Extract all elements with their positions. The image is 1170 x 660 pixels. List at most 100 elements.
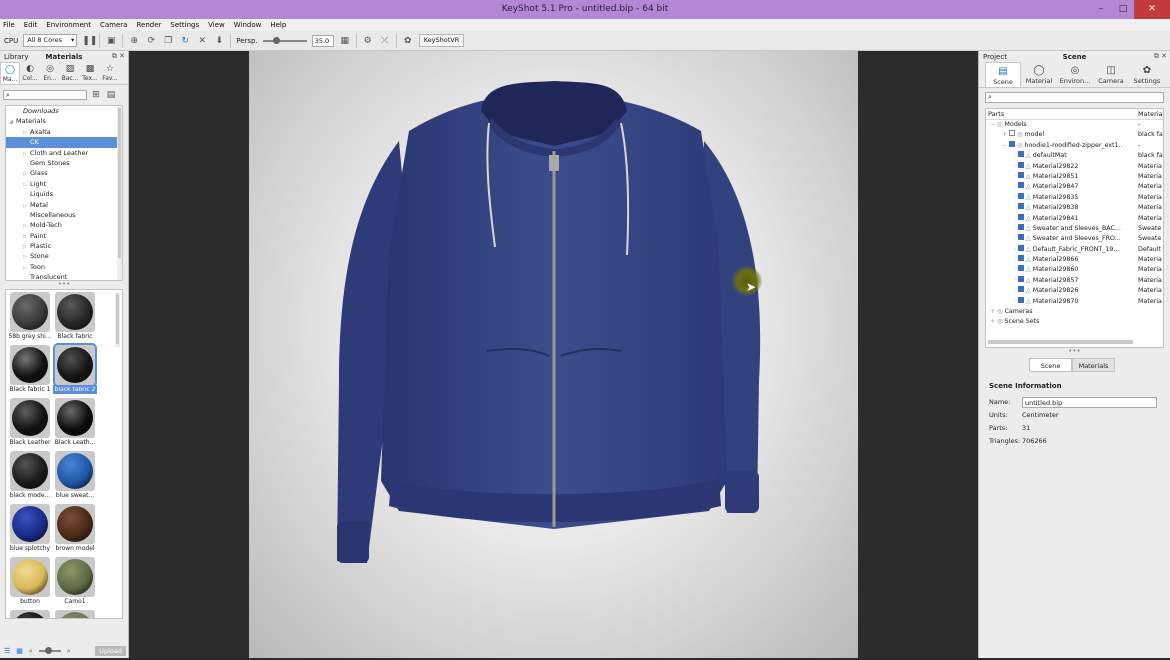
maximize-button[interactable]: □ (1112, 0, 1134, 19)
material-swatch[interactable]: Black Leather (8, 398, 52, 451)
visibility-checkbox[interactable] (1017, 265, 1024, 272)
fov-slider-handle[interactable] (272, 36, 280, 44)
visibility-checkbox[interactable] (1017, 213, 1024, 220)
visibility-checkbox[interactable] (1017, 234, 1024, 241)
settings-gear-icon[interactable]: ✿ (402, 35, 414, 47)
scene-tree-row[interactable]: · △ Material29822 Materia (986, 161, 1163, 172)
tree-line[interactable]: · (1014, 173, 1016, 180)
menu-file[interactable]: File (3, 21, 15, 29)
scene-tree-row[interactable]: · △ Material29851 Materia (986, 171, 1163, 182)
fit-icon[interactable]: ✕ (196, 35, 208, 47)
fov-input[interactable]: 35.0 (311, 34, 334, 47)
tree-line[interactable]: · (1014, 287, 1016, 294)
visibility-checkbox[interactable] (1017, 296, 1024, 303)
scene-tree-row[interactable]: + ◎ model black fa (986, 130, 1163, 140)
expand-icon[interactable]: + (990, 308, 995, 315)
library-tree-item[interactable]: ◢ Materials (6, 116, 122, 126)
scene-tree-row[interactable]: · △ Material29826 Materia (986, 286, 1163, 296)
library-tab-environments[interactable]: ◎ En... (40, 62, 60, 84)
scene-tree-row[interactable]: + ◎ Cameras (986, 307, 1163, 317)
material-swatch[interactable]: brown model (53, 504, 97, 557)
visibility-checkbox[interactable] (1017, 203, 1024, 210)
scene-tree-row[interactable]: · △ Material29870 Materia (986, 296, 1163, 307)
project-tab-environment[interactable]: ◎ Environ... (1057, 62, 1093, 87)
expanded-arrow-icon[interactable]: ◢ (9, 117, 16, 127)
library-tree-item[interactable]: ▷ Glass (6, 168, 122, 178)
material-swatch[interactable]: button (8, 557, 52, 610)
scene-tree-row[interactable]: · △ Sweater and Sleeves_FRO... Sweate (986, 234, 1163, 244)
tree-line[interactable]: · (1014, 235, 1016, 242)
library-tab-favorites[interactable]: ☆ Fav... (100, 62, 120, 84)
import-icon[interactable]: ⬇ (213, 35, 225, 47)
visibility-checkbox[interactable] (1009, 130, 1016, 137)
visibility-checkbox[interactable] (1017, 151, 1024, 158)
material-swatch[interactable]: Black Leath... (53, 398, 97, 451)
library-tree-item[interactable]: ▷ Cloth and Leather (6, 148, 122, 158)
parts-column-header[interactable]: Parts (988, 110, 1004, 118)
library-tree-item[interactable]: ▷ Light (6, 179, 122, 189)
library-tree-item[interactable]: ▷ Axalta (6, 127, 122, 137)
tree-line[interactable]: · (1014, 277, 1016, 284)
panel-close-icon[interactable]: ⧉ ✕ (1154, 52, 1167, 61)
project-tab-material[interactable]: ◯ Material (1021, 62, 1057, 87)
expand-icon[interactable]: − (990, 121, 995, 128)
scrollbar-thumb[interactable] (118, 108, 121, 258)
panel-close-icon[interactable]: ⧉ ✕ (112, 52, 125, 61)
menu-camera[interactable]: Camera (100, 21, 127, 29)
material-column-header[interactable]: Materia (1138, 109, 1163, 120)
tree-line[interactable]: · (1014, 225, 1016, 232)
menu-edit[interactable]: Edit (24, 21, 38, 29)
material-swatch[interactable]: Black fabric (53, 292, 97, 345)
material-swatch[interactable] (8, 610, 52, 618)
menu-view[interactable]: View (208, 21, 225, 29)
upload-button[interactable]: Upload (95, 646, 126, 656)
splitter-handle[interactable]: ••• (0, 281, 128, 289)
library-tab-materials[interactable]: ◯ Ma... (0, 62, 20, 84)
tree-line[interactable]: · (1014, 183, 1016, 190)
tree-line[interactable]: · (1014, 298, 1016, 305)
tumble-icon[interactable]: ⟳ (145, 35, 157, 47)
scene-tree-row[interactable]: · △ Material29847 Materia (986, 182, 1163, 192)
library-search-input[interactable]: ⌕ (3, 90, 87, 100)
visibility-checkbox[interactable] (1017, 192, 1024, 199)
menu-window[interactable]: Window (234, 21, 262, 29)
library-tab-colors[interactable]: ◐ Col... (20, 62, 40, 84)
tree-line[interactable]: · (1014, 256, 1016, 263)
material-swatch[interactable] (53, 610, 97, 618)
library-tree-item[interactable]: Translucent (6, 272, 122, 280)
render-viewport[interactable]: ➤ (130, 51, 977, 658)
material-swatch[interactable]: 58b grey shi... (8, 292, 52, 345)
library-tab-textures[interactable]: ▩ Tex... (80, 62, 100, 84)
tree-line[interactable]: · (1014, 194, 1016, 201)
project-tab-settings[interactable]: ✿ Settings (1129, 62, 1165, 87)
geometry-icon[interactable]: ⚙ (362, 35, 374, 47)
scene-tree-row[interactable]: · △ Sweater and Sleeves_BAC... Sweate (986, 223, 1163, 234)
material-swatch[interactable]: blue splotchy (8, 504, 52, 557)
grid-view-icon[interactable]: ▦ (16, 647, 23, 655)
visibility-checkbox[interactable] (1017, 223, 1024, 230)
visibility-checkbox[interactable] (1017, 255, 1024, 262)
project-tab-scene[interactable]: ▤ Scene (985, 62, 1021, 87)
copy-icon[interactable]: ❐ (162, 35, 174, 47)
splitter-handle[interactable]: ••• (979, 348, 1170, 356)
visibility-checkbox[interactable] (1009, 140, 1016, 147)
library-tab-backplates[interactable]: ▨ Bac... (60, 62, 80, 84)
scene-tree-row[interactable]: · △ Material29857 Materia (986, 275, 1163, 286)
scene-search-input[interactable]: ⌕ (985, 92, 1164, 103)
scene-name-input[interactable]: untitled.bip (1022, 397, 1157, 408)
tree-line[interactable]: · (1014, 163, 1016, 170)
scene-tree-row[interactable]: · △ Material29838 Materia (986, 203, 1163, 213)
expand-icon[interactable]: − (1002, 142, 1007, 149)
scene-tree-row[interactable]: − ◎ Models - (986, 120, 1163, 130)
region-icon[interactable]: ▦ (339, 35, 351, 47)
menu-render[interactable]: Render (136, 21, 161, 29)
material-swatch[interactable]: Black fabric 1 (8, 345, 52, 398)
material-swatch[interactable]: black mode... (8, 451, 52, 504)
expand-icon[interactable]: + (990, 318, 995, 325)
new-folder-icon[interactable]: ⊞ (90, 89, 102, 101)
library-tree-item[interactable]: Miscellaneous (6, 210, 122, 220)
visibility-checkbox[interactable] (1017, 275, 1024, 282)
scene-tree-hscroll[interactable] (986, 340, 1163, 345)
scene-tree-row[interactable]: · △ Material29835 Materia (986, 192, 1163, 203)
visibility-checkbox[interactable] (1017, 182, 1024, 189)
